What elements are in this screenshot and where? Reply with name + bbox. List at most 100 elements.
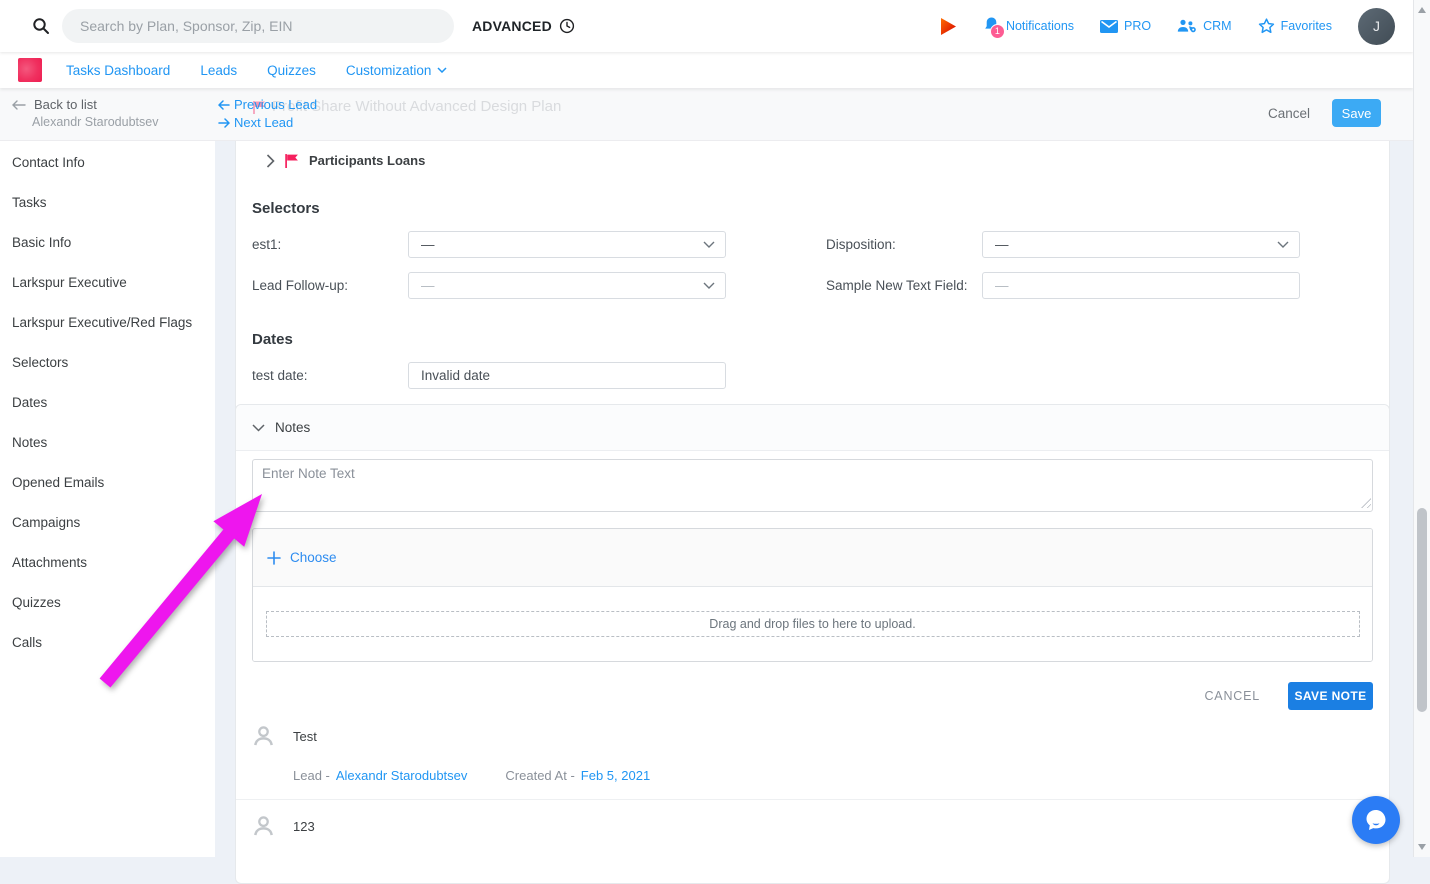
sidebar-item-calls[interactable]: Calls <box>0 625 215 661</box>
search-input[interactable] <box>62 9 454 43</box>
right-arrow-icon <box>218 118 230 128</box>
people-gear-icon <box>1177 19 1197 33</box>
advanced-label: ADVANCED <box>472 18 552 34</box>
current-lead-name: Alexandr Starodubtsev <box>32 115 158 129</box>
sidebar-item-opened-emails[interactable]: Opened Emails <box>0 465 215 501</box>
pro-button[interactable]: PRO <box>1100 19 1151 33</box>
file-upload-widget: Choose Drag and drop files to here to up… <box>252 528 1373 662</box>
notes-card: Notes Choose Drag and drop files to here… <box>235 404 1390 884</box>
nav-customization[interactable]: Customization <box>346 63 448 78</box>
lead-follow-up-select[interactable]: — <box>408 272 726 299</box>
chevron-right-icon <box>266 154 275 168</box>
disposition-select[interactable]: — <box>982 231 1300 258</box>
next-lead-link[interactable]: Next Lead <box>218 115 317 130</box>
note-list-item: 123 <box>252 800 1373 837</box>
nav-quizzes[interactable]: Quizzes <box>267 63 316 78</box>
chevron-down-icon <box>703 241 715 248</box>
chevron-down-icon <box>703 282 715 289</box>
choose-file-button[interactable]: Choose <box>267 550 337 565</box>
lead-header: Back to list Alexandr Starodubtsev Profi… <box>0 88 1413 141</box>
save-button[interactable]: Save <box>1332 99 1381 127</box>
pro-label: PRO <box>1124 19 1151 33</box>
chat-bubble-icon <box>1363 807 1389 833</box>
selectors-heading: Selectors <box>252 200 1373 217</box>
lead-name-link[interactable]: Alexandr Starodubtsev <box>336 768 468 783</box>
lead-sections-sidebar: Contact Info Tasks Basic Info Larkspur E… <box>0 141 215 857</box>
sample-new-text-field-input[interactable]: — <box>982 272 1300 299</box>
notifications-label: Notifications <box>1006 19 1074 33</box>
note-text: 123 <box>293 814 315 837</box>
nav-tasks-dashboard[interactable]: Tasks Dashboard <box>66 63 170 78</box>
notes-heading: Notes <box>275 420 310 435</box>
lead-follow-up-label: Lead Follow-up: <box>252 278 408 293</box>
person-avatar-icon <box>252 814 275 837</box>
scrollbar-thumb[interactable] <box>1417 508 1427 712</box>
sidebar-item-dates[interactable]: Dates <box>0 385 215 421</box>
history-clock-icon <box>559 18 575 34</box>
dropzone-text: Drag and drop files to here to upload. <box>709 617 915 631</box>
cancel-note-button[interactable]: CANCEL <box>1204 689 1260 703</box>
user-avatar[interactable]: J <box>1358 8 1395 45</box>
test-date-label: test date: <box>252 368 408 383</box>
sidebar-item-notes[interactable]: Notes <box>0 425 215 461</box>
chevron-down-icon <box>252 424 265 432</box>
scroll-down-arrow[interactable] <box>1418 844 1426 850</box>
participants-loans-label: Participants Loans <box>309 153 425 168</box>
chat-widget-button[interactable] <box>1352 796 1400 844</box>
save-note-button[interactable]: SAVE NOTE <box>1288 682 1373 710</box>
plus-icon <box>267 551 281 565</box>
advanced-search-button[interactable]: ADVANCED <box>472 18 575 34</box>
person-avatar-icon <box>252 724 275 747</box>
back-to-list-link[interactable]: Back to list <box>12 97 158 112</box>
disposition-label: Disposition: <box>826 237 982 252</box>
vertical-scrollbar[interactable] <box>1413 0 1430 857</box>
back-arrow-icon <box>12 100 26 110</box>
sidebar-item-attachments[interactable]: Attachments <box>0 545 215 581</box>
created-at-label: Created At - <box>505 768 574 783</box>
sidebar-item-selectors[interactable]: Selectors <box>0 345 215 381</box>
notifications-button[interactable]: 1 Notifications <box>983 16 1074 37</box>
created-at-link[interactable]: Feb 5, 2021 <box>581 768 650 783</box>
favorites-label: Favorites <box>1281 19 1332 33</box>
note-list-item: Test <box>252 710 1373 747</box>
top-bar: ADVANCED 1 Notifications PRO CRM Favorit… <box>0 0 1413 52</box>
sidebar-item-contact-info[interactable]: Contact Info <box>0 145 215 181</box>
notes-section-toggle[interactable]: Notes <box>236 405 1389 451</box>
test-date-input[interactable]: Invalid date <box>408 362 726 389</box>
cancel-button[interactable]: Cancel <box>1268 106 1310 121</box>
dates-heading: Dates <box>252 331 1373 348</box>
crm-button[interactable]: CRM <box>1177 19 1231 33</box>
drag-drop-zone[interactable]: Drag and drop files to here to upload. <box>266 611 1360 637</box>
sample-new-text-field-label: Sample New Text Field: <box>826 278 982 293</box>
note-text-input[interactable] <box>252 459 1373 512</box>
play-icon[interactable] <box>940 17 957 36</box>
previous-lead-link[interactable]: Previous Lead <box>218 97 317 112</box>
chevron-down-icon <box>1277 241 1289 248</box>
app-logo[interactable] <box>18 58 42 82</box>
chevron-down-icon <box>437 67 447 73</box>
sidebar-item-campaigns[interactable]: Campaigns <box>0 505 215 541</box>
crm-label: CRM <box>1203 19 1231 33</box>
note-meta-row: Lead - Alexandr Starodubtsev Created At … <box>293 768 1373 783</box>
bell-icon: 1 <box>983 16 1000 37</box>
nav-leads[interactable]: Leads <box>200 63 237 78</box>
star-icon <box>1258 18 1275 34</box>
sidebar-item-basic-info[interactable]: Basic Info <box>0 225 215 261</box>
main-content: Participants Loans Selectors est1: — Dis… <box>215 141 1413 857</box>
lead-meta-label: Lead - <box>293 768 330 783</box>
search-icon[interactable] <box>32 17 50 35</box>
est1-label: est1: <box>252 237 408 252</box>
sidebar-item-tasks[interactable]: Tasks <box>0 185 215 221</box>
scroll-up-arrow[interactable] <box>1418 7 1426 13</box>
notifications-badge: 1 <box>990 24 1005 39</box>
back-label: Back to list <box>34 97 97 112</box>
envelope-icon <box>1100 20 1118 33</box>
sidebar-item-larkspur-red-flags[interactable]: Larkspur Executive/Red Flags <box>0 305 215 341</box>
left-arrow-icon <box>218 100 230 110</box>
participants-loans-section-toggle[interactable]: Participants Loans <box>252 140 1373 172</box>
sidebar-item-quizzes[interactable]: Quizzes <box>0 585 215 621</box>
main-nav: Tasks Dashboard Leads Quizzes Customizat… <box>0 52 1413 88</box>
sidebar-item-larkspur-executive[interactable]: Larkspur Executive <box>0 265 215 301</box>
favorites-button[interactable]: Favorites <box>1258 18 1332 34</box>
est1-select[interactable]: — <box>408 231 726 258</box>
